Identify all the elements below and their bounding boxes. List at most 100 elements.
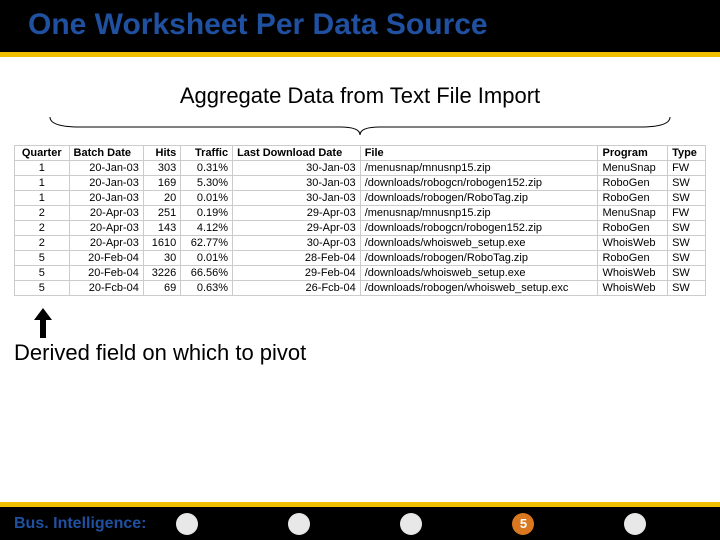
page-number: 5: [520, 516, 527, 531]
table-cell: FW: [668, 161, 706, 176]
table-cell: 5.30%: [181, 176, 233, 191]
table-cell: 30-Jan-03: [233, 191, 361, 206]
table-cell: /downloads/robogcn/robogen152.zip: [360, 221, 598, 236]
table-cell: 1610: [143, 236, 180, 251]
nav-dot: [176, 513, 198, 535]
table-body: 120-Jan-033030.31%30-Jan-03/menusnap/mnu…: [15, 161, 706, 296]
table-cell: MenuSnap: [598, 161, 668, 176]
table-cell: 20: [143, 191, 180, 206]
table-cell: /downloads/robogen/whoisweb_setup.exc: [360, 281, 598, 296]
nav-dot-active: 5: [512, 513, 534, 535]
table-cell: RoboGen: [598, 251, 668, 266]
table-cell: SW: [668, 221, 706, 236]
table-cell: /downloads/whoisweb_setup.exe: [360, 266, 598, 281]
table-cell: WhoisWeb: [598, 266, 668, 281]
table-cell: /menusnap/mnusnp15.zip: [360, 161, 598, 176]
table-cell: 3226: [143, 266, 180, 281]
table-cell: RoboGen: [598, 176, 668, 191]
data-table-wrap: Quarter Batch Date Hits Traffic Last Dow…: [14, 145, 706, 296]
table-cell: 143: [143, 221, 180, 236]
table-cell: 0.01%: [181, 251, 233, 266]
table-cell: 20-Feb-04: [69, 266, 143, 281]
table-cell: 30: [143, 251, 180, 266]
table-row: 520-Feb-04322666.56%29-Feb-04/downloads/…: [15, 266, 706, 281]
col-type: Type: [668, 146, 706, 161]
table-cell: 30-Jan-03: [233, 176, 361, 191]
table-cell: RoboGen: [598, 191, 668, 206]
table-header-row: Quarter Batch Date Hits Traffic Last Dow…: [15, 146, 706, 161]
table-cell: 29-Apr-03: [233, 206, 361, 221]
table-cell: /menusnap/mnusnp15.zip: [360, 206, 598, 221]
table-cell: 20-Feb-04: [69, 251, 143, 266]
table-cell: /downloads/robogcn/robogen152.zip: [360, 176, 598, 191]
table-cell: WhoisWeb: [598, 236, 668, 251]
table-cell: WhoisWeb: [598, 281, 668, 296]
table-cell: 1: [15, 191, 70, 206]
table-cell: 1: [15, 176, 70, 191]
table-cell: /downloads/whoisweb_setup.exe: [360, 236, 598, 251]
table-cell: 2: [15, 206, 70, 221]
subtitle-text: Aggregate Data from Text File Import: [0, 83, 720, 109]
table-cell: 0.19%: [181, 206, 233, 221]
table-cell: MenuSnap: [598, 206, 668, 221]
table-cell: 303: [143, 161, 180, 176]
nav-dot: [288, 513, 310, 535]
table-cell: SW: [668, 251, 706, 266]
table-row: 120-Jan-03200.01%30-Jan-03/downloads/rob…: [15, 191, 706, 206]
data-table: Quarter Batch Date Hits Traffic Last Dow…: [14, 145, 706, 296]
table-cell: 0.63%: [181, 281, 233, 296]
col-batch-date: Batch Date: [69, 146, 143, 161]
table-cell: SW: [668, 236, 706, 251]
table-cell: 30-Jan-03: [233, 161, 361, 176]
footer-label: Bus. Intelligence:: [14, 515, 146, 533]
table-cell: /downloads/robogen/RoboTag.zip: [360, 191, 598, 206]
table-row: 520-Fcb-04690.63%26-Fcb-04/downloads/rob…: [15, 281, 706, 296]
footer-bar: Bus. Intelligence: 5: [0, 502, 720, 540]
table-cell: 169: [143, 176, 180, 191]
nav-dots: 5: [176, 513, 720, 535]
table-cell: RoboGen: [598, 221, 668, 236]
table-cell: 5: [15, 281, 70, 296]
table-cell: 0.31%: [181, 161, 233, 176]
table-row: 220-Apr-032510.19%29-Apr-03/menusnap/mnu…: [15, 206, 706, 221]
col-hits: Hits: [143, 146, 180, 161]
table-cell: 251: [143, 206, 180, 221]
brace-icon: [40, 113, 680, 137]
table-cell: 5: [15, 251, 70, 266]
table-cell: 2: [15, 236, 70, 251]
col-quarter: Quarter: [15, 146, 70, 161]
col-program: Program: [598, 146, 668, 161]
table-cell: 20-Apr-03: [69, 206, 143, 221]
derived-label: Derived field on which to pivot: [14, 340, 306, 366]
table-row: 120-Jan-031695.30%30-Jan-03/downloads/ro…: [15, 176, 706, 191]
table-cell: 29-Feb-04: [233, 266, 361, 281]
derived-annotation: Derived field on which to pivot: [14, 308, 720, 366]
table-cell: 20-Apr-03: [69, 236, 143, 251]
table-cell: 5: [15, 266, 70, 281]
table-cell: 1: [15, 161, 70, 176]
table-cell: 4.12%: [181, 221, 233, 236]
table-cell: 20-Apr-03: [69, 221, 143, 236]
title-bar: One Worksheet Per Data Source: [0, 0, 720, 57]
table-cell: 30-Apr-03: [233, 236, 361, 251]
table-cell: 28-Feb-04: [233, 251, 361, 266]
nav-dot: [400, 513, 422, 535]
arrow-up-icon: [34, 308, 52, 338]
table-cell: /downloads/robogen/RoboTag.zip: [360, 251, 598, 266]
col-traffic: Traffic: [181, 146, 233, 161]
table-cell: SW: [668, 176, 706, 191]
nav-dot: [624, 513, 646, 535]
col-last-download: Last Download Date: [233, 146, 361, 161]
table-cell: 20-Jan-03: [69, 176, 143, 191]
table-cell: SW: [668, 281, 706, 296]
table-cell: 2: [15, 221, 70, 236]
table-cell: 20-Jan-03: [69, 161, 143, 176]
table-row: 220-Apr-03161062.77%30-Apr-03/downloads/…: [15, 236, 706, 251]
table-cell: 0.01%: [181, 191, 233, 206]
table-cell: SW: [668, 191, 706, 206]
table-row: 520-Feb-04300.01%28-Feb-04/downloads/rob…: [15, 251, 706, 266]
subtitle-section: Aggregate Data from Text File Import: [0, 83, 720, 137]
table-cell: 26-Fcb-04: [233, 281, 361, 296]
table-row: 220-Apr-031434.12%29-Apr-03/downloads/ro…: [15, 221, 706, 236]
table-cell: 66.56%: [181, 266, 233, 281]
